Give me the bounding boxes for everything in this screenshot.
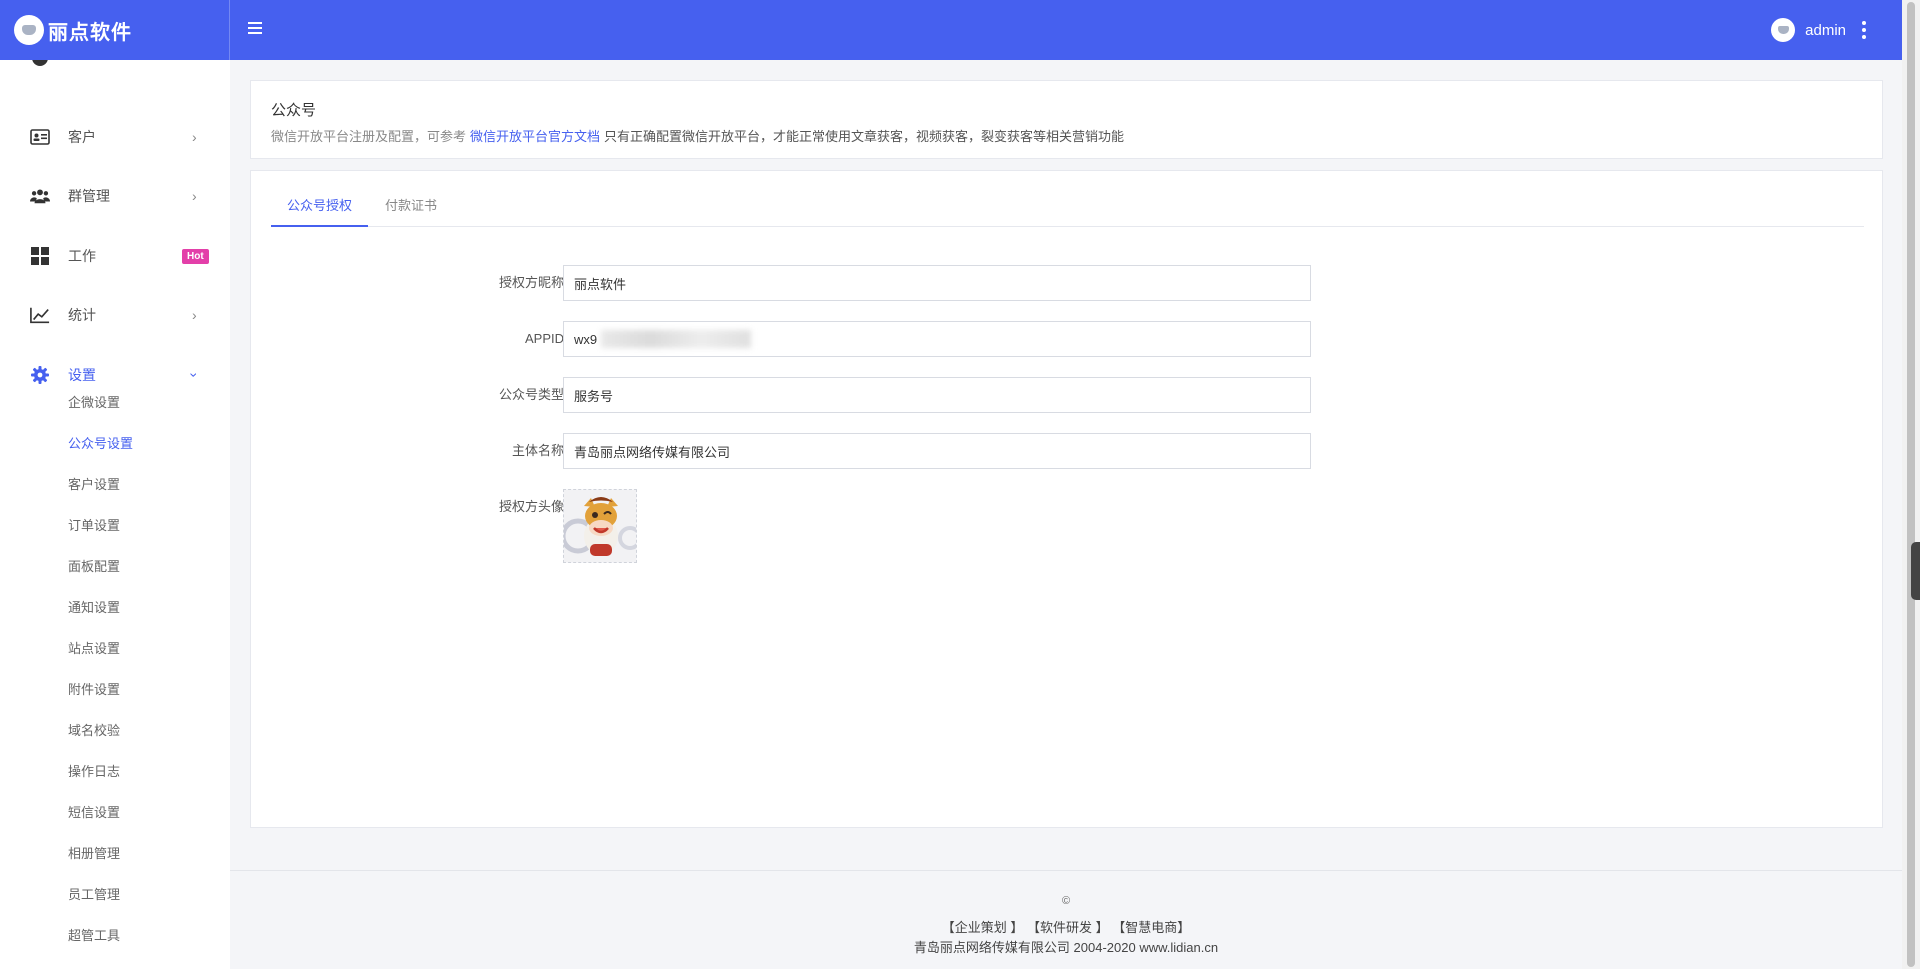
sidebar-subitem-attachment-settings[interactable]: 附件设置 [68,679,120,698]
mascot-avatar-image [564,490,636,562]
tab-payment-certificate[interactable]: 付款证书 [385,185,437,227]
brand-name: 丽点软件 [48,21,132,44]
entity-name-label: 主体名称 [511,443,564,458]
settings-card: 公众号授权 付款证书 授权方昵称 APPID 公众号类型 主体名称 授权方头像 [250,170,1883,828]
chevron-right-icon: › [192,129,197,145]
sidebar-subitem-domain-verify[interactable]: 域名校验 [68,720,120,739]
brand[interactable]: 丽点软件 [0,0,230,60]
sidebar-subitem-order-settings[interactable]: 订单设置 [68,515,120,534]
user-area[interactable]: admin [1771,0,1866,60]
sidebar-item-groups[interactable]: 群管理 › [0,176,230,216]
sidebar-item-work[interactable]: 工作 Hot [0,236,230,276]
page-scrollbar[interactable] [1902,0,1920,969]
sidebar-item-label: 客户 [68,129,96,145]
description-suffix: 只有正确配置微信开放平台，才能正常使用文章获客，视频获客，裂变获客等相关营销功能 [604,129,1125,144]
sidebar-item-label: 设置 [68,367,96,383]
form-row-nickname: 授权方昵称 [251,265,1884,301]
sidebar-subitem-official-account-settings[interactable]: 公众号设置 [68,433,133,452]
hot-badge: Hot [182,248,209,264]
sidebar-item-label: 统计 [68,307,96,323]
appid-label: APPID [524,331,564,346]
tab-bar: 公众号授权 付款证书 [271,185,1864,227]
sidebar-item-statistics[interactable]: 统计 › [0,295,230,335]
sidebar-item-label: 工作 [68,248,96,264]
appid-blur-mask [601,330,751,348]
gear-icon [30,365,50,385]
sidebar-subitem-album-management[interactable]: 相册管理 [68,843,120,862]
sidebar-item-label: 群管理 [68,188,110,204]
sidebar-subitem-customer-settings[interactable]: 客户设置 [68,474,120,493]
footer-link-enterprise-planning[interactable]: 【企业策划 】 [942,920,1024,935]
account-type-label: 公众号类型 [498,387,564,402]
sidebar-item-settings[interactable]: 设置 › [0,355,230,395]
footer-company: 青岛丽点网络传媒有限公司 2004-2020 www.lidian.cn [913,940,1219,955]
sidebar-subitem-panel-config[interactable]: 面板配置 [68,556,120,575]
sidebar-subitem-operation-log[interactable]: 操作日志 [68,761,120,780]
copyright-symbol: © [1061,895,1071,907]
nickname-label: 授权方昵称 [498,275,564,290]
sidebar-subitem-wecom-settings[interactable]: 企微设置 [68,392,120,411]
description-prefix: 微信开放平台注册及配置，可参考 [271,129,467,144]
form-row-appid: APPID [251,321,1884,357]
users-icon [30,186,50,206]
brand-logo-icon [14,15,44,45]
sidebar-item-customers[interactable]: 客户 › [0,117,230,157]
entity-name-input[interactable] [563,433,1311,469]
scrollbar-thumb[interactable] [1907,2,1915,967]
grid-icon [30,246,50,266]
sidebar-item-partial[interactable] [0,60,230,78]
line-chart-icon [30,305,50,325]
sidebar-subitem-super-admin-tools[interactable]: 超管工具 [68,925,120,944]
form-row-entity-name: 主体名称 [251,433,1884,469]
page-header-card: 公众号 微信开放平台注册及配置，可参考 微信开放平台官方文档 只有正确配置微信开放平… [250,80,1883,159]
nickname-input[interactable] [563,265,1311,301]
tab-authorization[interactable]: 公众号授权 [271,185,369,227]
menu-toggle-icon[interactable] [248,22,262,34]
footer-link-smart-ecommerce[interactable]: 【智慧电商】 [1112,920,1190,935]
form-row-account-type: 公众号类型 [251,377,1884,413]
account-type-input[interactable] [563,377,1311,413]
avatar-label: 授权方头像 [498,499,564,514]
brand-divider [229,0,230,60]
sidebar-subitem-site-settings[interactable]: 站点设置 [68,638,120,657]
sidebar-subitem-notification-settings[interactable]: 通知设置 [68,597,120,616]
docs-link[interactable]: 微信开放平台官方文档 [470,129,600,144]
side-panel-handle[interactable] [1911,542,1920,600]
footer-link-software-dev[interactable]: 【软件研发 】 [1027,920,1109,935]
more-vertical-icon[interactable] [1862,21,1866,39]
id-card-icon [30,127,50,147]
user-avatar[interactable] [1771,18,1796,42]
authorizer-avatar[interactable] [563,489,637,563]
footer-links: 【企业策划 】 【软件研发 】 【智慧电商】 [230,917,1902,936]
form-row-avatar: 授权方头像 [251,489,1884,563]
chevron-right-icon: › [192,188,197,204]
page-title: 公众号 [271,102,317,119]
chevron-down-icon: › [186,372,203,378]
sidebar-subitem-sms-settings[interactable]: 短信设置 [68,802,120,821]
sidebar: 客户 › 群管理 › 工作 Hot 统计 › 设置 › 企微设置 公众号设置 客… [0,60,230,969]
circle-icon [30,60,50,68]
sidebar-subitem-staff-management[interactable]: 员工管理 [68,884,120,903]
page-description: 微信开放平台注册及配置，可参考 微信开放平台官方文档 只有正确配置微信开放平台，才能… [271,126,1124,145]
footer: © 【企业策划 】 【软件研发 】 【智慧电商】 青岛丽点网络传媒有限公司 20… [230,870,1902,969]
top-bar: 丽点软件 admin [0,0,1902,60]
chevron-right-icon: › [192,307,197,323]
user-name[interactable]: admin [1805,22,1846,39]
